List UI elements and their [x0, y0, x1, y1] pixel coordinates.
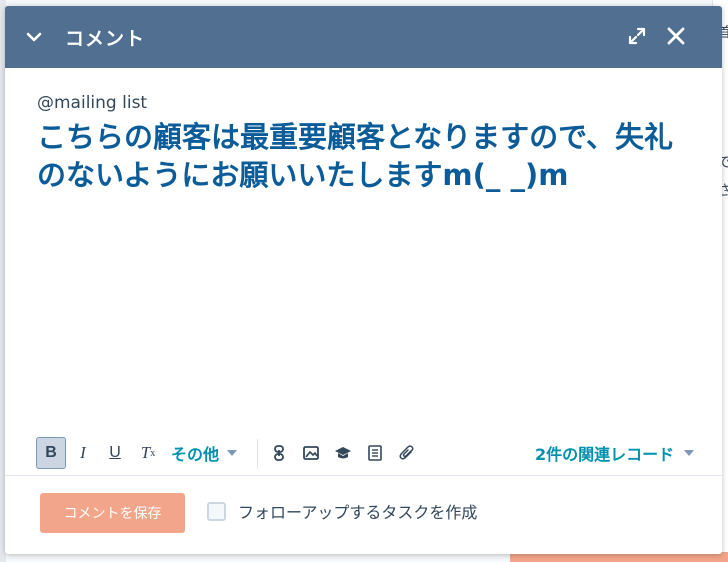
caret-down-icon — [684, 450, 695, 456]
associations-dropdown[interactable]: 2件の関連レコード — [535, 437, 695, 469]
clear-format-letter: T — [140, 443, 151, 462]
expand-icon[interactable] — [625, 24, 649, 48]
mention-tag: @mailing list — [37, 93, 148, 113]
comment-dialog: コメント @mailing list こちらの顧客は最重要顧客となりますので、失… — [5, 6, 722, 554]
graduation-cap-icon[interactable] — [331, 437, 355, 469]
comment-editor[interactable]: @mailing list こちらの顧客は最重要顧客となりますので、失礼のないよ… — [5, 68, 722, 433]
toolbar-divider — [257, 439, 258, 469]
caret-down-icon — [227, 450, 238, 456]
more-label: その他 — [171, 445, 220, 464]
associations-label: 2件の関連レコード — [535, 445, 675, 464]
comment-body-text[interactable]: こちらの顧客は最重要顧客となりますので、失礼のないようにお願いいたしますm(_ … — [37, 118, 697, 194]
dialog-title: コメント — [65, 28, 146, 50]
document-icon[interactable] — [363, 437, 387, 469]
dialog-header: コメント — [5, 6, 722, 68]
save-comment-button[interactable]: コメントを保存 — [40, 493, 185, 533]
image-icon[interactable] — [299, 437, 323, 469]
followup-task-checkbox[interactable]: フォローアップするタスクを作成 — [207, 499, 477, 523]
clear-format-button[interactable]: Tx — [135, 437, 161, 469]
link-icon[interactable] — [267, 437, 291, 469]
italic-button[interactable]: I — [71, 437, 95, 469]
bold-button[interactable]: B — [36, 437, 66, 469]
close-icon[interactable] — [663, 23, 689, 49]
followup-task-label: フォローアップするタスクを作成 — [238, 503, 478, 522]
checkbox[interactable] — [207, 501, 226, 521]
paperclip-icon[interactable] — [395, 437, 419, 469]
underline-button[interactable]: U — [103, 437, 127, 469]
formatting-toolbar: B I U Tx その他 2件の関連レコード — [5, 433, 722, 476]
chevron-down-icon[interactable] — [23, 26, 45, 48]
more-dropdown[interactable]: その他 — [171, 437, 247, 469]
clear-format-subscript: x — [150, 447, 156, 459]
dialog-footer: コメントを保存 フォローアップするタスクを作成 — [5, 477, 722, 554]
